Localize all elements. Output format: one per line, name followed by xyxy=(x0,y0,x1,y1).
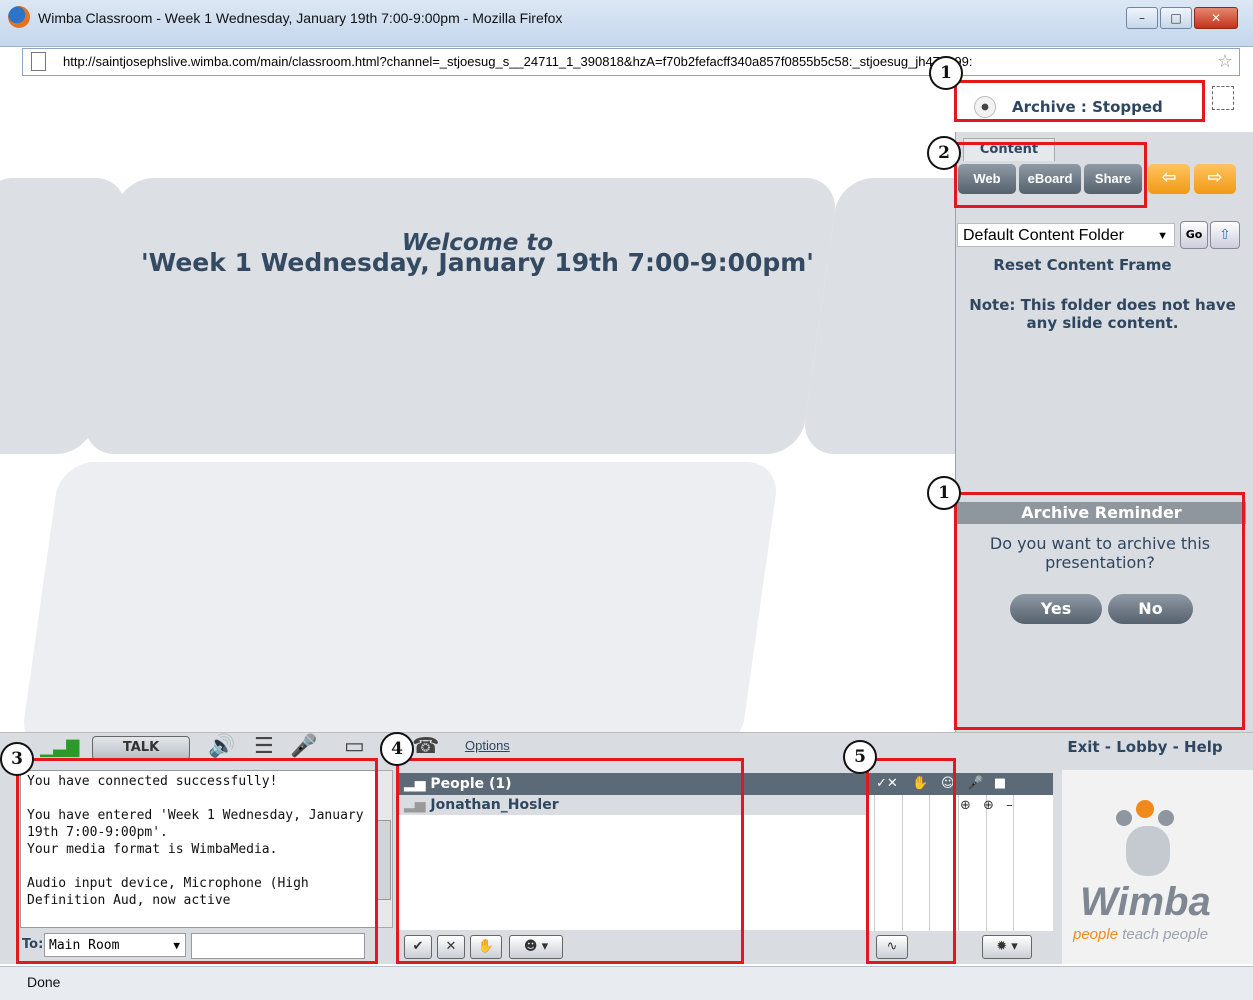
next-slide-button[interactable]: ⇨ xyxy=(1194,164,1236,194)
column-divider xyxy=(958,795,959,931)
volume-levels-icon[interactable]: ☰ xyxy=(254,734,274,759)
window-title: Wimba Classroom - Week 1 Wednesday, Janu… xyxy=(38,10,563,26)
room-title: 'Week 1 Wednesday, January 19th 7:00-9:0… xyxy=(141,248,814,277)
close-button[interactable]: ✕ xyxy=(1194,7,1238,29)
browser-status-bar xyxy=(0,966,1253,1000)
chevron-down-icon: ▼ xyxy=(1157,230,1168,242)
page-icon xyxy=(31,52,46,71)
wimba-tagline: people teach people xyxy=(1073,926,1208,943)
exit-lobby-help-links[interactable]: Exit - Lobby - Help xyxy=(1040,738,1250,756)
plus-circle-icon[interactable]: ⊕ xyxy=(975,798,994,813)
logo-figure xyxy=(1136,800,1154,818)
background-panel xyxy=(80,178,840,454)
annotation-box xyxy=(396,758,744,964)
maximize-button[interactable]: □ xyxy=(1160,7,1192,29)
speaker-icon[interactable]: 🔊 xyxy=(208,734,235,759)
presentation-stage: Welcome to 'Week 1 Wednesday, January 19… xyxy=(0,80,955,732)
tagline-highlight: people xyxy=(1073,926,1119,943)
popout-icon[interactable] xyxy=(1212,86,1234,110)
reset-content-frame-link[interactable]: Reset Content Frame xyxy=(955,256,1210,274)
settings-menu-button[interactable]: ✹ ▾ xyxy=(982,935,1032,959)
callout-badge: 5 xyxy=(843,740,877,774)
bookmark-star-icon[interactable]: ☆ xyxy=(1217,51,1233,72)
go-button[interactable]: Go xyxy=(1180,221,1208,249)
battery-icon[interactable]: ▭ xyxy=(344,734,365,759)
status-text: Done xyxy=(27,974,61,990)
telephone-icon[interactable]: ☎ xyxy=(412,734,439,759)
callout-badge: 1 xyxy=(927,476,961,510)
callout-badge: 4 xyxy=(380,732,414,766)
annotation-box xyxy=(954,492,1245,730)
address-bar[interactable]: http://saintjosephslive.wimba.com/main/c… xyxy=(22,48,1240,76)
chat-scrollbar-thumb[interactable] xyxy=(377,820,391,900)
window-title-bar: Wimba Classroom - Week 1 Wednesday, Janu… xyxy=(0,0,1253,47)
url-text[interactable]: http://saintjosephslive.wimba.com/main/c… xyxy=(63,54,972,69)
tagline-rest: teach people xyxy=(1118,926,1209,943)
logo-figure xyxy=(1126,826,1170,876)
minus-icon[interactable]: – xyxy=(998,798,1013,813)
previous-slide-button[interactable]: ⇦ xyxy=(1148,164,1190,194)
participant-status-row[interactable]: ⊕ ⊕ – xyxy=(960,798,1013,813)
annotation-box xyxy=(16,758,378,964)
background-panel xyxy=(19,462,781,732)
microphone-icon: 🎤 xyxy=(967,776,984,791)
wimba-logo: Wimba xyxy=(1080,880,1211,924)
annotation-box xyxy=(866,758,956,964)
signal-strength-icon: ▁▃▇ xyxy=(40,738,80,758)
annotation-box xyxy=(954,80,1205,122)
folder-note: Note: This folder does not have any slid… xyxy=(969,296,1236,332)
content-folder-value: Default Content Folder xyxy=(963,227,1124,244)
maximize-icon: □ xyxy=(1170,11,1182,25)
minimize-icon: – xyxy=(1139,11,1145,25)
annotation-box xyxy=(954,142,1147,208)
microphone-icon[interactable]: 🎤 xyxy=(290,734,317,759)
firefox-icon xyxy=(8,6,30,28)
options-link[interactable]: Options xyxy=(465,738,510,753)
logo-figure xyxy=(1116,810,1132,826)
camera-icon: ■ xyxy=(993,776,1007,791)
callout-badge: 3 xyxy=(0,742,34,776)
talk-button[interactable]: TALK xyxy=(92,736,190,760)
callout-badge: 1 xyxy=(929,56,963,90)
callout-badge: 2 xyxy=(927,136,961,170)
minimize-button[interactable]: – xyxy=(1126,7,1158,29)
folder-up-icon[interactable]: ⇧ xyxy=(1210,221,1240,249)
logo-figure xyxy=(1158,810,1174,826)
content-folder-select[interactable]: Default Content Folder ▼ xyxy=(957,223,1175,247)
plus-circle-icon[interactable]: ⊕ xyxy=(960,798,971,813)
close-icon: ✕ xyxy=(1210,11,1222,25)
column-divider xyxy=(986,795,987,931)
column-divider xyxy=(1013,795,1014,931)
